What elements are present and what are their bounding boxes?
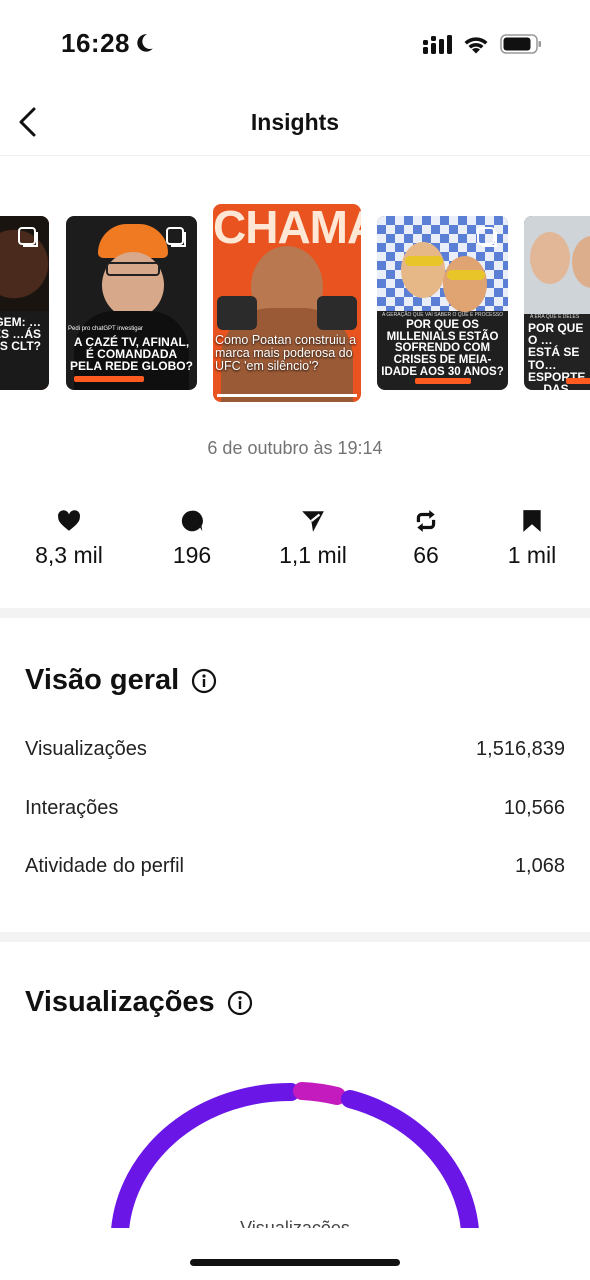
stat-likes: 8,3 mil	[10, 508, 128, 569]
post-thumbnail[interactable]: A GERAÇÃO QUE VAI SABER O QUE É PROCESSO…	[377, 216, 508, 390]
stat-comments: 196	[133, 508, 251, 569]
battery-icon	[500, 34, 541, 54]
info-icon[interactable]	[191, 668, 217, 694]
metric-label: Interações	[25, 797, 119, 819]
post-thumbnail[interactable]: Pedi pro chatGPT investigar A Cazé TV, a…	[66, 216, 197, 390]
section-title-text: Visão geral	[25, 664, 180, 696]
stat-value: 196	[172, 542, 212, 568]
post-date: 6 de outubro às 19:14	[207, 438, 383, 458]
carousel-stack-icon	[166, 227, 186, 247]
metric-row-interactions[interactable]: Interações 10,566	[25, 797, 565, 827]
info-icon[interactable]	[227, 990, 253, 1016]
status-bar: 16:28	[0, 0, 590, 88]
section-title-text: Visualizações	[25, 986, 215, 1018]
post-headline: A Cazé TV, afinal, é comandada pela Rede…	[70, 335, 193, 374]
stat-reposts: 66	[367, 508, 485, 569]
header: Insights	[0, 88, 590, 156]
post-kicker: A ERA QUE É DELES	[530, 314, 580, 320]
post-headline: …eragem: …ladores …ás redes CLT?	[0, 315, 41, 354]
post-tag	[415, 378, 471, 384]
metric-row-views[interactable]: Visualizações 1,516,839	[25, 738, 565, 768]
section-divider	[0, 932, 590, 942]
post-kicker: Pedi pro chatGPT investigar	[68, 326, 143, 332]
gauge-segment-secondary	[293, 1082, 346, 1105]
share-icon	[302, 511, 324, 532]
heart-icon	[58, 510, 81, 531]
overview-section-title: Visão geral	[25, 664, 217, 697]
post-headline: Por que os millenials estão sofrendo com…	[381, 319, 504, 378]
moon-icon	[137, 34, 153, 52]
home-indicator[interactable]	[190, 1259, 400, 1266]
metric-row-profile-activity[interactable]: Atividade do perfil 1,068	[25, 855, 565, 885]
carousel-stack-icon	[18, 227, 38, 247]
status-time: 16:28	[61, 28, 130, 58]
signal-icon	[423, 35, 452, 54]
post-headline: Como Poatan construiu a marca mais poder…	[215, 333, 357, 373]
stat-saves: 1 mil	[473, 508, 590, 569]
carousel-stack-icon	[477, 227, 497, 247]
post-tag	[566, 378, 590, 384]
metric-label: Visualizações	[25, 738, 147, 760]
stat-value: 1,1 mil	[279, 542, 347, 568]
engagement-stats: 8,3 mil 196 1,1 mil 66 1 mil	[0, 508, 590, 578]
wifi-icon	[464, 37, 488, 54]
bookmark-icon	[523, 510, 541, 532]
bottom-mask	[0, 1228, 590, 1280]
post-thumbnail-selected[interactable]: CHAMA Como Poatan construiu a marca mais…	[213, 204, 361, 402]
comment-icon	[181, 510, 203, 532]
stat-shares: 1,1 mil	[254, 508, 372, 569]
post-thumbnail[interactable]: A ERA QUE É DELES Por que o … está se to…	[524, 216, 590, 390]
post-tag	[74, 376, 144, 382]
gauge-segment-primary	[111, 1082, 300, 1230]
section-divider	[0, 608, 590, 618]
views-donut-gauge	[111, 1082, 479, 1230]
views-section-title: Visualizações	[25, 986, 253, 1019]
repost-icon	[416, 510, 436, 532]
metric-value: 1,068	[514, 855, 565, 877]
metric-value: 1,516,839	[476, 738, 565, 760]
stat-value: 8,3 mil	[35, 542, 103, 568]
post-carousel[interactable]: …eragem: …ladores …ás redes CLT? Pedi pr…	[0, 156, 590, 416]
stat-value: 1 mil	[507, 542, 557, 568]
stat-value: 66	[413, 542, 439, 568]
post-kicker: A GERAÇÃO QUE VAI SABER O QUE É PROCESSO	[381, 312, 504, 318]
page-title: Insights	[250, 109, 340, 135]
metric-value: 10,566	[503, 797, 565, 819]
gauge-segment-primary	[341, 1090, 479, 1230]
post-thumbnail[interactable]: …eragem: …ladores …ás redes CLT?	[0, 216, 49, 390]
metric-label: Atividade do perfil	[25, 855, 184, 877]
